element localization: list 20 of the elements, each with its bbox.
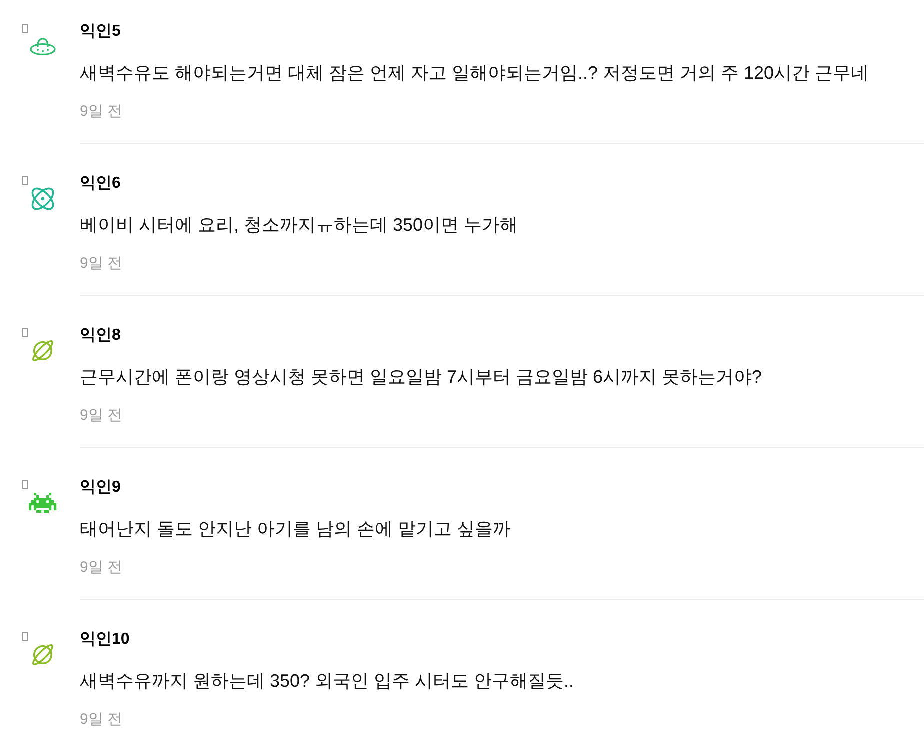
comment-text: 베이비 시터에 요리, 청소까지ㅠ하는데 350이면 누가해	[80, 214, 518, 237]
broken-image-icon	[22, 632, 28, 641]
author-name: 익인10	[80, 630, 130, 650]
author-name: 익인9	[80, 478, 121, 498]
comment-text: 새벽수유까지 원하는데 350? 외국인 입주 시터도 안구해질듯..	[80, 670, 574, 693]
comment-text: 태어난지 돌도 안지난 아기를 남의 손에 맡기고 싶을까	[80, 518, 512, 541]
comment-time: 9일 전	[80, 710, 123, 730]
author-name: 익인8	[80, 326, 121, 346]
comment-time: 9일 전	[80, 254, 123, 274]
comment-text: 새벽수유도 해야되는거면 대체 잠은 언제 자고 일해야되는거임..? 저정도면 거의 주 120시간 근무네	[80, 62, 870, 85]
broken-image-icon	[22, 176, 28, 185]
comment-text: 근무시간에 폰이랑 영상시청 못하면 일요일밤 7시부터 금요일밤 6시까지 못하는거야?	[80, 366, 762, 389]
author-name: 익인6	[80, 174, 121, 194]
comment-time: 9일 전	[80, 102, 123, 122]
broken-image-icon	[22, 480, 28, 489]
broken-image-icon	[22, 24, 28, 33]
comment-time: 9일 전	[80, 558, 123, 578]
comment-time: 9일 전	[80, 406, 123, 426]
broken-image-icon	[22, 328, 28, 337]
author-name: 익인5	[80, 22, 121, 42]
